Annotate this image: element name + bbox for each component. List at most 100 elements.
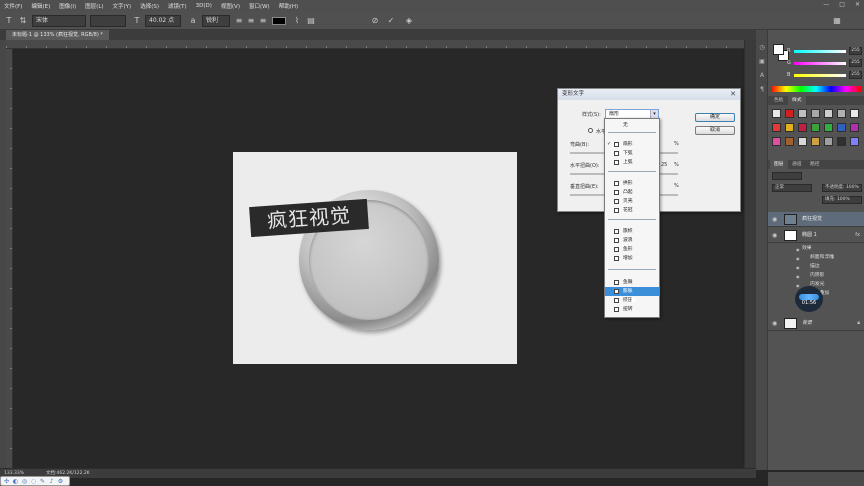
tab-styles[interactable]: 样式: [788, 96, 806, 105]
eye-icon[interactable]: ◉: [772, 320, 777, 327]
hdist-value[interactable]: 25: [661, 162, 667, 168]
globe-icon[interactable]: ◎: [21, 478, 28, 485]
style-swatch[interactable]: [785, 109, 794, 118]
style-swatch[interactable]: [798, 109, 807, 118]
document-tab[interactable]: 未标题-1 @ 133% (疯狂视觉, RGB/8) *: [6, 30, 109, 40]
character-icon[interactable]: A: [758, 72, 766, 80]
style-swatch[interactable]: [811, 109, 820, 118]
channel-b-slider[interactable]: [794, 74, 846, 77]
cancel-button[interactable]: 取消: [695, 126, 735, 135]
style-swatch[interactable]: [850, 109, 859, 118]
style-swatch[interactable]: [798, 137, 807, 146]
pen-icon[interactable]: ✎: [39, 478, 46, 485]
pin-icon[interactable]: ✣: [3, 478, 10, 485]
dropdown-item-arc[interactable]: ✓ 扇形: [605, 140, 659, 149]
dropdown-item-shell[interactable]: 贝壳: [605, 197, 659, 206]
foreground-color-swatch[interactable]: [773, 44, 784, 55]
font-size-field[interactable]: 40.02 点: [145, 15, 181, 27]
dropdown-item-flower[interactable]: 花冠: [605, 206, 659, 215]
menu-window[interactable]: 窗口(W): [249, 2, 270, 10]
close-window-icon[interactable]: ✕: [855, 1, 860, 8]
3d-icon[interactable]: ◈: [404, 15, 414, 27]
style-swatch[interactable]: [824, 109, 833, 118]
dropdown-item-rise[interactable]: 增加: [605, 254, 659, 263]
style-swatch[interactable]: [824, 123, 833, 132]
font-style-select[interactable]: [90, 15, 126, 27]
properties-icon[interactable]: ▣: [758, 58, 766, 66]
style-swatch[interactable]: [772, 109, 781, 118]
effect-row[interactable]: ◉ 斜面和浮雕: [768, 253, 864, 262]
comment-icon[interactable]: ◌: [30, 478, 37, 485]
tab-layers[interactable]: 图层: [770, 160, 788, 169]
dropdown-item-arc-upper[interactable]: 上弧: [605, 158, 659, 167]
eye-icon[interactable]: ◉: [772, 216, 777, 223]
text-color-swatch[interactable]: [272, 17, 286, 25]
align-center-icon[interactable]: ≡: [246, 15, 256, 27]
fx-badge[interactable]: fx: [855, 228, 860, 243]
style-swatch[interactable]: [837, 123, 846, 132]
align-right-icon[interactable]: ≡: [258, 15, 268, 27]
menu-image[interactable]: 图像(I): [59, 2, 76, 10]
channel-b-value[interactable]: 255: [849, 71, 862, 79]
close-icon[interactable]: ✕: [730, 89, 736, 100]
style-swatch[interactable]: [850, 137, 859, 146]
style-swatch[interactable]: [772, 123, 781, 132]
fill-field[interactable]: 填充: 100%: [822, 196, 862, 204]
tab-paths[interactable]: 路径: [806, 160, 824, 169]
menu-3d[interactable]: 3D(D): [196, 3, 212, 9]
color-spectrum-bar[interactable]: [771, 86, 861, 92]
menu-help[interactable]: 帮助(H): [279, 2, 298, 10]
workspace-icon[interactable]: ▦: [832, 15, 842, 27]
settings-icon[interactable]: ⚙: [57, 478, 64, 485]
history-icon[interactable]: ◷: [758, 44, 766, 52]
channel-r-value[interactable]: 255: [849, 47, 862, 55]
layer-row[interactable]: ◉ 背景 🔒︎: [768, 316, 864, 331]
dropdown-item-wave[interactable]: 波浪: [605, 236, 659, 245]
dropdown-item-arch[interactable]: 拱形: [605, 179, 659, 188]
tab-channels[interactable]: 通道: [788, 160, 806, 169]
menu-layer[interactable]: 图层(L): [85, 2, 103, 10]
menu-file[interactable]: 文件(F): [4, 2, 22, 10]
style-swatch[interactable]: [785, 123, 794, 132]
maximize-icon[interactable]: □: [839, 1, 845, 8]
horizontal-radio[interactable]: [588, 128, 593, 133]
chevron-down-icon[interactable]: ▾: [650, 110, 658, 118]
chat-icon[interactable]: ◐: [12, 478, 19, 485]
channel-r-slider[interactable]: [794, 50, 846, 53]
menu-select[interactable]: 选择(S): [140, 2, 159, 10]
style-swatch[interactable]: [837, 137, 846, 146]
commit-icon[interactable]: ✓: [386, 15, 396, 27]
layer-row[interactable]: ◉ 椭圆 1 fx: [768, 228, 864, 243]
align-left-icon[interactable]: ≡: [234, 15, 244, 27]
microphone-icon[interactable]: ♪: [48, 478, 55, 485]
style-swatch[interactable]: [785, 137, 794, 146]
channel-g-slider[interactable]: [794, 62, 846, 65]
menu-edit[interactable]: 编辑(E): [31, 2, 50, 10]
blend-mode-select[interactable]: 正常: [772, 184, 812, 192]
channel-g-value[interactable]: 255: [849, 59, 862, 67]
ok-button[interactable]: 确定: [695, 113, 735, 122]
menu-filter[interactable]: 滤镜(T): [168, 2, 187, 10]
menu-view[interactable]: 视图(V): [221, 2, 240, 10]
cancel-icon[interactable]: ⊘: [370, 15, 380, 27]
style-swatch[interactable]: [811, 123, 820, 132]
style-swatch[interactable]: [850, 123, 859, 132]
dropdown-item-fish[interactable]: 鱼形: [605, 245, 659, 254]
minimize-icon[interactable]: —: [823, 1, 829, 8]
style-swatch[interactable]: [824, 137, 833, 146]
paragraph-icon[interactable]: ¶: [758, 86, 766, 94]
style-swatch[interactable]: [811, 137, 820, 146]
dropdown-item-none[interactable]: 无: [605, 121, 659, 130]
layer-filter-select[interactable]: [772, 172, 802, 180]
dropdown-item-bulge[interactable]: 凸起: [605, 188, 659, 197]
orientation-icon[interactable]: ⇅: [18, 15, 28, 27]
anti-alias-select[interactable]: 锐利: [202, 15, 230, 27]
effects-group[interactable]: ◉ 效果: [768, 244, 864, 253]
document-canvas[interactable]: 疯狂视觉: [233, 152, 517, 364]
panel-icon[interactable]: ▤: [306, 15, 316, 27]
warp-icon[interactable]: ⌇: [292, 15, 302, 27]
vertical-scrollbar[interactable]: [744, 40, 756, 470]
dropdown-item-twist[interactable]: 扭转: [605, 305, 659, 314]
style-swatch[interactable]: [798, 123, 807, 132]
tab-swatches[interactable]: 色板: [770, 96, 788, 105]
